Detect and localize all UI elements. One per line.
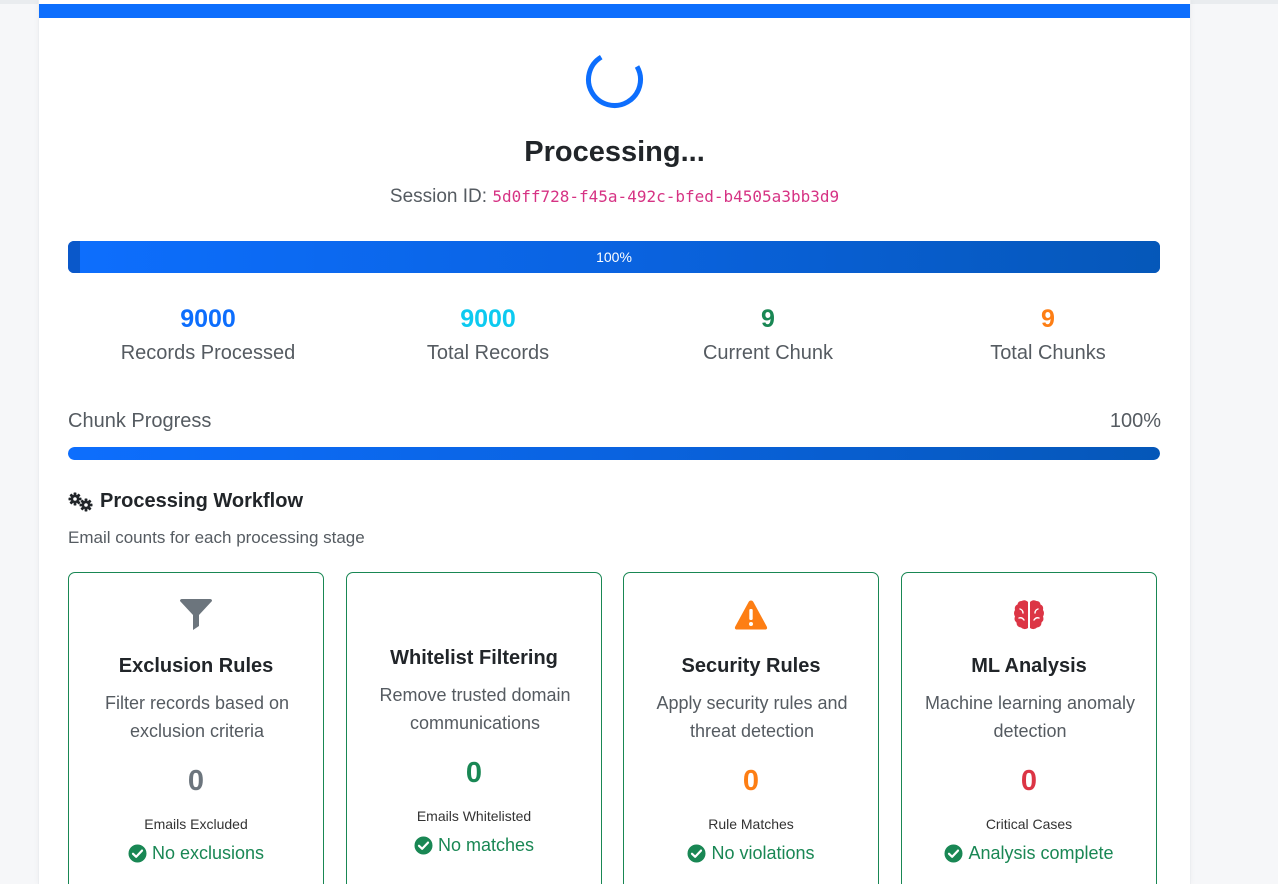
session-id: 5d0ff728-f45a-492c-bfed-b4505a3bb3d9 bbox=[492, 187, 840, 206]
workflow-title: Processing Workflow bbox=[100, 490, 304, 512]
stats-row: 9000 Records Processed 9000 Total Record… bbox=[68, 302, 1188, 365]
stage-status: Analysis complete bbox=[902, 843, 1156, 864]
stat-value: 9 bbox=[1041, 305, 1055, 333]
loading-spinner-icon bbox=[586, 51, 643, 108]
stage-status-text: Analysis complete bbox=[968, 843, 1114, 863]
workflow-heading: Processing Workflow bbox=[68, 490, 303, 513]
filter-icon bbox=[180, 599, 212, 630]
session-label: Session ID: bbox=[389, 186, 488, 207]
workflow-subtitle: Email counts for each processing stage bbox=[68, 528, 365, 547]
stat-current-chunk: 9 Current Chunk bbox=[628, 302, 908, 365]
stage-description: Remove trusted domain communications bbox=[379, 685, 571, 733]
stage-status: No exclusions bbox=[69, 843, 323, 864]
page-title: Processing... bbox=[524, 136, 705, 168]
check-circle-icon bbox=[414, 836, 433, 855]
stage-card-exclusion-rules: Exclusion Rules Filter records based on … bbox=[68, 572, 324, 884]
stage-description: Apply security rules and threat detectio… bbox=[656, 693, 848, 741]
stage-title: Security Rules bbox=[681, 655, 821, 677]
stat-total-records: 9000 Total Records bbox=[348, 302, 628, 365]
stage-card-ml-analysis: ML Analysis Machine learning anomaly det… bbox=[901, 572, 1157, 884]
check-circle-icon bbox=[944, 844, 963, 863]
stage-status-text: No matches bbox=[437, 835, 535, 855]
stat-label: Total Records bbox=[426, 342, 550, 364]
brain-icon bbox=[1014, 600, 1044, 630]
stat-records-processed: 9000 Records Processed bbox=[68, 302, 348, 365]
processing-card: Processing... Session ID: 5d0ff728-f45a-… bbox=[38, 0, 1191, 884]
stage-count: 0 bbox=[742, 765, 760, 797]
stage-count: 0 bbox=[1020, 765, 1038, 797]
stat-value: 9000 bbox=[180, 305, 236, 333]
warning-icon bbox=[734, 600, 768, 630]
check-circle-icon bbox=[128, 844, 147, 863]
overall-progress-label: 100% bbox=[596, 249, 632, 265]
stat-label: Total Chunks bbox=[990, 342, 1106, 364]
stage-status-text: No exclusions bbox=[151, 843, 265, 863]
stage-description: Filter records based on exclusion criter… bbox=[104, 693, 290, 741]
chunk-progress-label: Chunk Progress bbox=[68, 410, 212, 432]
check-circle-icon bbox=[687, 844, 706, 863]
stat-value: 9000 bbox=[460, 305, 516, 333]
session-info: Session ID: 5d0ff728-f45a-492c-bfed-b450… bbox=[39, 186, 1190, 208]
stage-description: Machine learning anomaly detection bbox=[924, 693, 1136, 741]
stage-card-security-rules: Security Rules Apply security rules and … bbox=[623, 572, 879, 884]
stat-total-chunks: 9 Total Chunks bbox=[908, 302, 1188, 365]
chunk-progress-fill bbox=[68, 447, 1160, 460]
stage-status: No matches bbox=[347, 835, 601, 856]
stage-status-text: No violations bbox=[711, 843, 815, 863]
overall-progress-bar: 100% bbox=[68, 241, 1160, 273]
stage-title: ML Analysis bbox=[971, 655, 1087, 677]
stage-title: Whitelist Filtering bbox=[390, 647, 558, 669]
stat-label: Current Chunk bbox=[702, 342, 834, 364]
stage-title: Exclusion Rules bbox=[118, 655, 274, 677]
gears-icon bbox=[68, 492, 93, 511]
stage-count-label: Rule Matches bbox=[708, 816, 794, 832]
stage-count-label: Emails Excluded bbox=[144, 816, 248, 832]
stage-count-label: Emails Whitelisted bbox=[416, 808, 532, 824]
stat-value: 9 bbox=[761, 305, 775, 333]
stage-card-whitelist-filtering: Whitelist Filtering Remove trusted domai… bbox=[346, 572, 602, 884]
stage-count: 0 bbox=[465, 757, 483, 789]
stage-count: 0 bbox=[187, 765, 205, 797]
stage-count-label: Critical Cases bbox=[985, 816, 1073, 832]
stat-label: Records Processed bbox=[120, 342, 296, 364]
chunk-progress-bar bbox=[68, 447, 1160, 460]
card-accent-bar bbox=[39, 4, 1190, 18]
stage-status: No violations bbox=[624, 843, 878, 864]
chunk-progress-percent: 100% bbox=[1109, 410, 1161, 432]
